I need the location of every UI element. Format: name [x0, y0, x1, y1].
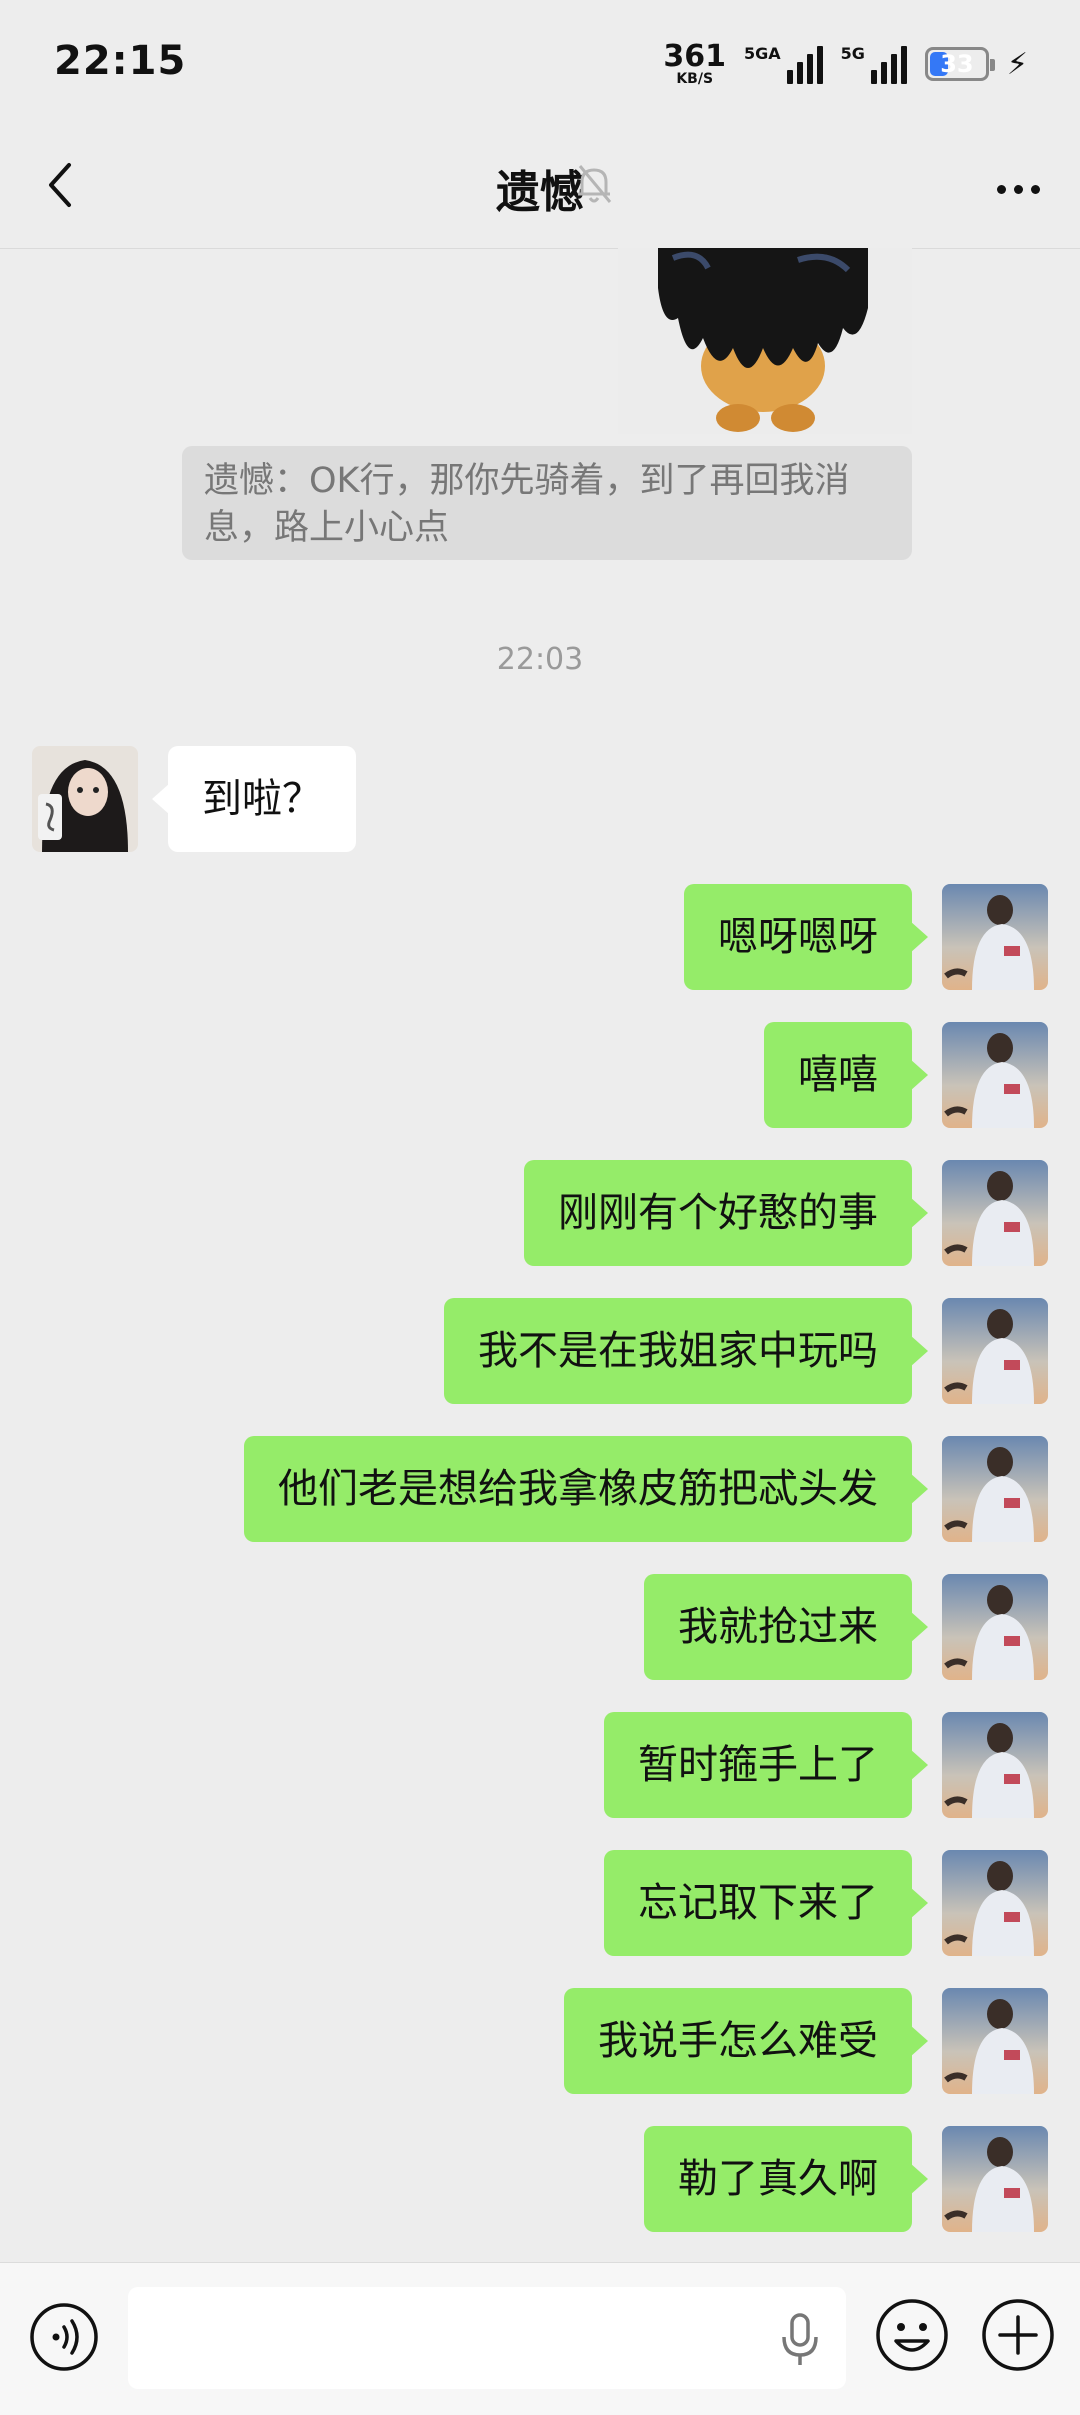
chat-header: 遗憾 — [0, 120, 1080, 249]
own-avatar[interactable] — [942, 1988, 1048, 2094]
network-speed: 361 KB/S — [663, 39, 726, 87]
message-timestamp: 22:03 — [496, 642, 584, 677]
own-avatar[interactable] — [942, 1160, 1048, 1266]
message-bubble-outgoing[interactable]: 我就抢过来 — [644, 1574, 928, 1680]
own-avatar[interactable] — [942, 1436, 1048, 1542]
sticker-figure-icon — [618, 248, 912, 434]
own-avatar[interactable] — [942, 2126, 1048, 2232]
message-bubble-outgoing[interactable]: 嗯呀嗯呀 — [684, 884, 928, 990]
contact-avatar[interactable] — [32, 746, 138, 852]
message-bubble-outgoing[interactable]: 他们老是想给我拿橡皮筋把忒头发 — [244, 1436, 928, 1542]
contact-avatar-image — [32, 746, 138, 852]
ellipsis-icon — [996, 184, 1006, 194]
own-avatar[interactable] — [942, 1574, 1048, 1680]
signal-5ga-label: 5GA — [744, 44, 781, 63]
own-avatar[interactable] — [942, 884, 1048, 990]
bell-off-icon — [578, 165, 612, 203]
own-avatar[interactable] — [942, 1712, 1048, 1818]
message-bubble-outgoing[interactable]: 我不是在我姐家中玩吗 — [444, 1298, 928, 1404]
message-bubble-incoming[interactable]: 到啦？ — [152, 746, 356, 852]
message-input[interactable] — [128, 2287, 846, 2389]
battery-icon: 33 — [924, 47, 995, 81]
status-icons: 361 KB/S 5GA 5G 33 ⚡ — [663, 34, 1028, 94]
status-bar: 22:15 361 KB/S 5GA 5G 33 ⚡ — [0, 0, 1080, 120]
message-bubble-outgoing[interactable]: 刚刚有个好憨的事 — [524, 1160, 928, 1266]
sticker-image[interactable] — [618, 248, 912, 434]
signal-5g-label: 5G — [840, 44, 865, 63]
message-bubble-outgoing[interactable]: 嘻嘻 — [764, 1022, 928, 1128]
voice-toggle-icon[interactable] — [28, 2301, 100, 2373]
chat-title[interactable]: 遗憾 — [496, 167, 584, 218]
emoji-icon[interactable] — [874, 2297, 950, 2373]
status-time: 22:15 — [54, 38, 187, 84]
own-avatar[interactable] — [942, 1298, 1048, 1404]
signal-5g-icon: 5G — [841, 44, 907, 84]
microphone-icon[interactable] — [770, 2309, 830, 2369]
own-avatar[interactable] — [942, 1850, 1048, 1956]
quoted-message[interactable]: 遗憾：OK行，那你先骑着，到了再回我消息，路上小心点 — [182, 446, 912, 560]
message-bubble-outgoing[interactable]: 我说手怎么难受 — [564, 1988, 928, 2094]
charging-icon: ⚡ — [1006, 46, 1028, 82]
network-speed-unit: KB/S — [676, 71, 714, 87]
signal-5ga-icon: 5GA — [744, 44, 823, 84]
own-avatar[interactable] — [942, 1022, 1048, 1128]
message-bubble-outgoing[interactable]: 忘记取下来了 — [604, 1850, 928, 1956]
more-button[interactable] — [988, 164, 1048, 214]
message-bubble-outgoing[interactable]: 勒了真久啊 — [644, 2126, 928, 2232]
message-bubble-outgoing[interactable]: 暂时箍手上了 — [604, 1712, 928, 1818]
input-bar — [0, 2262, 1080, 2415]
plus-circle-icon[interactable] — [980, 2297, 1056, 2373]
battery-percent: 33 — [940, 50, 974, 78]
network-speed-value: 361 — [663, 39, 726, 74]
